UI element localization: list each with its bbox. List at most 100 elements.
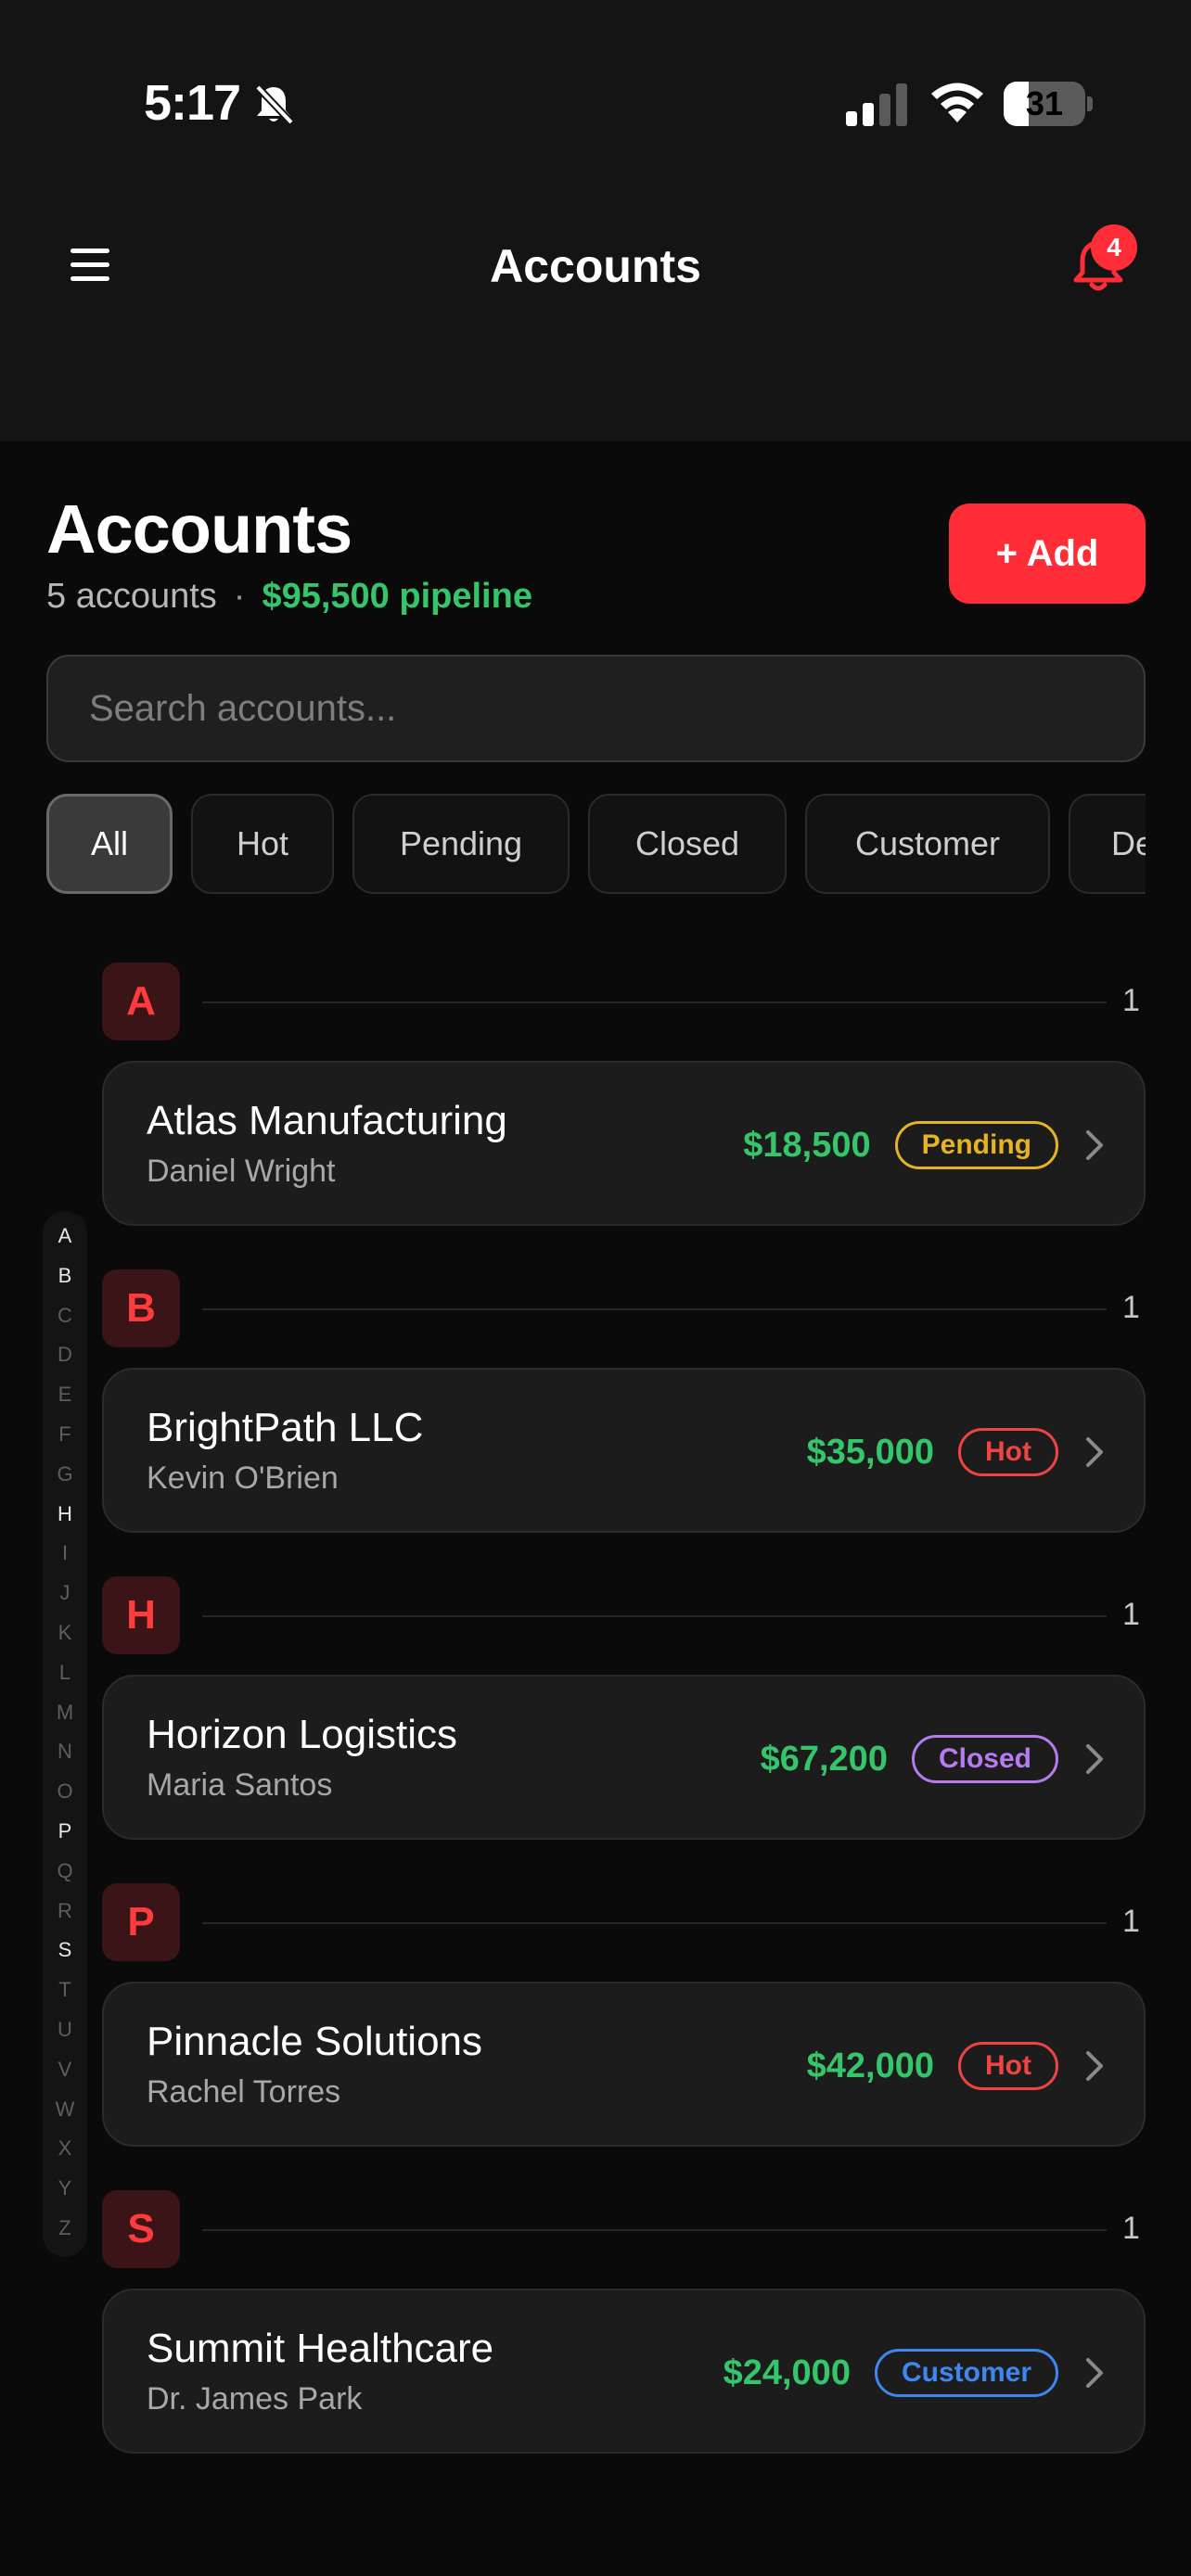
alphabet-letter-v[interactable]: V — [43, 2058, 87, 2082]
account-amount: $24,000 — [723, 2353, 851, 2392]
wifi-icon — [931, 83, 983, 122]
alphabet-letter-z[interactable]: Z — [43, 2216, 87, 2240]
chevron-right-icon — [1082, 1435, 1107, 1469]
silent-mode-icon — [255, 84, 294, 125]
alphabet-letter-k[interactable]: K — [43, 1621, 87, 1645]
account-card[interactable]: BrightPath LLC Kevin O'Brien $35,000 Hot — [102, 1368, 1146, 1533]
section-divider — [202, 1615, 1107, 1617]
filter-chips: All Hot Pending Closed Customer De — [46, 794, 1146, 894]
account-contact: Maria Santos — [147, 1767, 333, 1803]
account-amount: $35,000 — [806, 1432, 935, 1472]
search-input[interactable] — [46, 655, 1146, 762]
account-card[interactable]: Pinnacle Solutions Rachel Torres $42,000 Ho… — [102, 1982, 1146, 2147]
account-contact: Kevin O'Brien — [147, 1460, 339, 1496]
section-divider — [202, 2229, 1107, 2231]
nav-title: Accounts — [490, 240, 701, 292]
status-badge: Closed — [911, 1735, 1058, 1783]
section-letter-badge: B — [102, 1269, 180, 1347]
status-badge: Pending — [894, 1121, 1058, 1169]
section-divider — [202, 1922, 1107, 1924]
account-contact: Rachel Torres — [147, 2074, 341, 2110]
alphabet-letter-c[interactable]: C — [43, 1304, 87, 1328]
section-letter-badge: S — [102, 2190, 180, 2268]
battery-percent: 31 — [1025, 84, 1064, 122]
alphabet-letter-q[interactable]: Q — [43, 1859, 87, 1883]
section-letter-badge: P — [102, 1883, 180, 1961]
add-account-button[interactable]: + Add — [949, 504, 1146, 604]
account-amount: $67,200 — [760, 1739, 888, 1779]
filter-chip-customer[interactable]: Customer — [805, 794, 1050, 894]
section-letter-badge: A — [102, 963, 180, 1040]
section-divider — [202, 1308, 1107, 1310]
account-name: BrightPath LLC — [147, 1405, 424, 1450]
alphabet-letter-y[interactable]: Y — [43, 2176, 87, 2200]
section-letter-badge: H — [102, 1576, 180, 1654]
alphabet-letter-i[interactable]: I — [43, 1541, 87, 1565]
page-subtitle: 5 accounts · $95,500 pipeline — [46, 577, 532, 617]
alphabet-letter-w[interactable]: W — [43, 2098, 87, 2122]
account-meta: $18,500 Pending — [743, 1063, 1107, 1228]
alphabet-letter-x[interactable]: X — [43, 2136, 87, 2161]
alphabet-letter-u[interactable]: U — [43, 2018, 87, 2042]
filter-chip-all[interactable]: All — [46, 794, 173, 894]
alphabet-letter-j[interactable]: J — [43, 1581, 87, 1605]
status-badge: Hot — [958, 2042, 1058, 2090]
account-card[interactable]: Summit Healthcare Dr. James Park $24,000 Cu… — [102, 2289, 1146, 2454]
filter-chip-pending[interactable]: Pending — [352, 794, 570, 894]
account-name: Pinnacle Solutions — [147, 2019, 483, 2064]
filter-chip-de[interactable]: De — [1069, 794, 1146, 894]
alphabet-letter-m[interactable]: M — [43, 1701, 87, 1725]
alphabet-letter-r[interactable]: R — [43, 1899, 87, 1923]
alphabet-letter-s[interactable]: S — [43, 1938, 87, 1962]
alphabet-letter-d[interactable]: D — [43, 1343, 87, 1367]
page-title: Accounts — [46, 491, 352, 567]
alphabet-letter-a[interactable]: A — [43, 1224, 87, 1248]
account-count: 5 accounts — [46, 577, 217, 616]
cellular-signal-icon — [846, 83, 907, 126]
alphabet-letter-g[interactable]: G — [43, 1462, 87, 1486]
section-count: 1 — [1122, 2211, 1140, 2246]
section-count: 1 — [1122, 1290, 1140, 1325]
alphabet-letter-n[interactable]: N — [43, 1740, 87, 1764]
alphabet-letter-b[interactable]: B — [43, 1264, 87, 1288]
chevron-right-icon — [1082, 1129, 1107, 1162]
account-card[interactable]: Horizon Logistics Maria Santos $67,200 Clos… — [102, 1675, 1146, 1840]
alphabet-letter-h[interactable]: H — [43, 1502, 87, 1526]
account-name: Horizon Logistics — [147, 1712, 458, 1757]
alphabet-letter-o[interactable]: O — [43, 1779, 87, 1804]
chevron-right-icon — [1082, 2356, 1107, 2390]
account-card[interactable]: Atlas Manufacturing Daniel Wright $18,500 P… — [102, 1061, 1146, 1226]
section-count: 1 — [1122, 1597, 1140, 1632]
account-meta: $42,000 Hot — [807, 1983, 1107, 2149]
pipeline-total: $95,500 pipeline — [262, 577, 532, 616]
account-meta: $24,000 Customer — [724, 2290, 1107, 2455]
account-contact: Daniel Wright — [147, 1154, 336, 1189]
status-time: 5:17 — [144, 75, 241, 131]
section-count: 1 — [1122, 1904, 1140, 1939]
separator-dot: · — [233, 577, 246, 616]
chevron-right-icon — [1082, 1742, 1107, 1776]
alphabet-letter-l[interactable]: L — [43, 1661, 87, 1685]
alphabet-letter-t[interactable]: T — [43, 1978, 87, 2002]
alphabet-letter-f[interactable]: F — [43, 1422, 87, 1447]
status-badge: Customer — [874, 2349, 1058, 2397]
filter-chip-closed[interactable]: Closed — [588, 794, 787, 894]
account-name: Summit Healthcare — [147, 2326, 494, 2371]
alphabet-index[interactable]: ABCDEFGHIJKLMNOPQRSTUVWXYZ — [43, 1211, 87, 2257]
chevron-right-icon — [1082, 2049, 1107, 2083]
notification-badge: 4 — [1091, 224, 1137, 271]
account-amount: $18,500 — [743, 1125, 871, 1165]
alphabet-letter-e[interactable]: E — [43, 1383, 87, 1407]
account-meta: $67,200 Closed — [761, 1677, 1107, 1842]
section-count: 1 — [1122, 983, 1140, 1018]
battery-icon: 31 — [1004, 82, 1093, 126]
account-contact: Dr. James Park — [147, 2381, 363, 2417]
alphabet-letter-p[interactable]: P — [43, 1819, 87, 1843]
filter-chip-hot[interactable]: Hot — [191, 794, 334, 894]
account-amount: $42,000 — [806, 2046, 935, 2085]
section-divider — [202, 1001, 1107, 1003]
account-name: Atlas Manufacturing — [147, 1098, 507, 1143]
status-badge: Hot — [958, 1428, 1058, 1476]
top-bar: 5:17 31 Accounts 4 — [0, 0, 1191, 441]
account-meta: $35,000 Hot — [807, 1370, 1107, 1535]
